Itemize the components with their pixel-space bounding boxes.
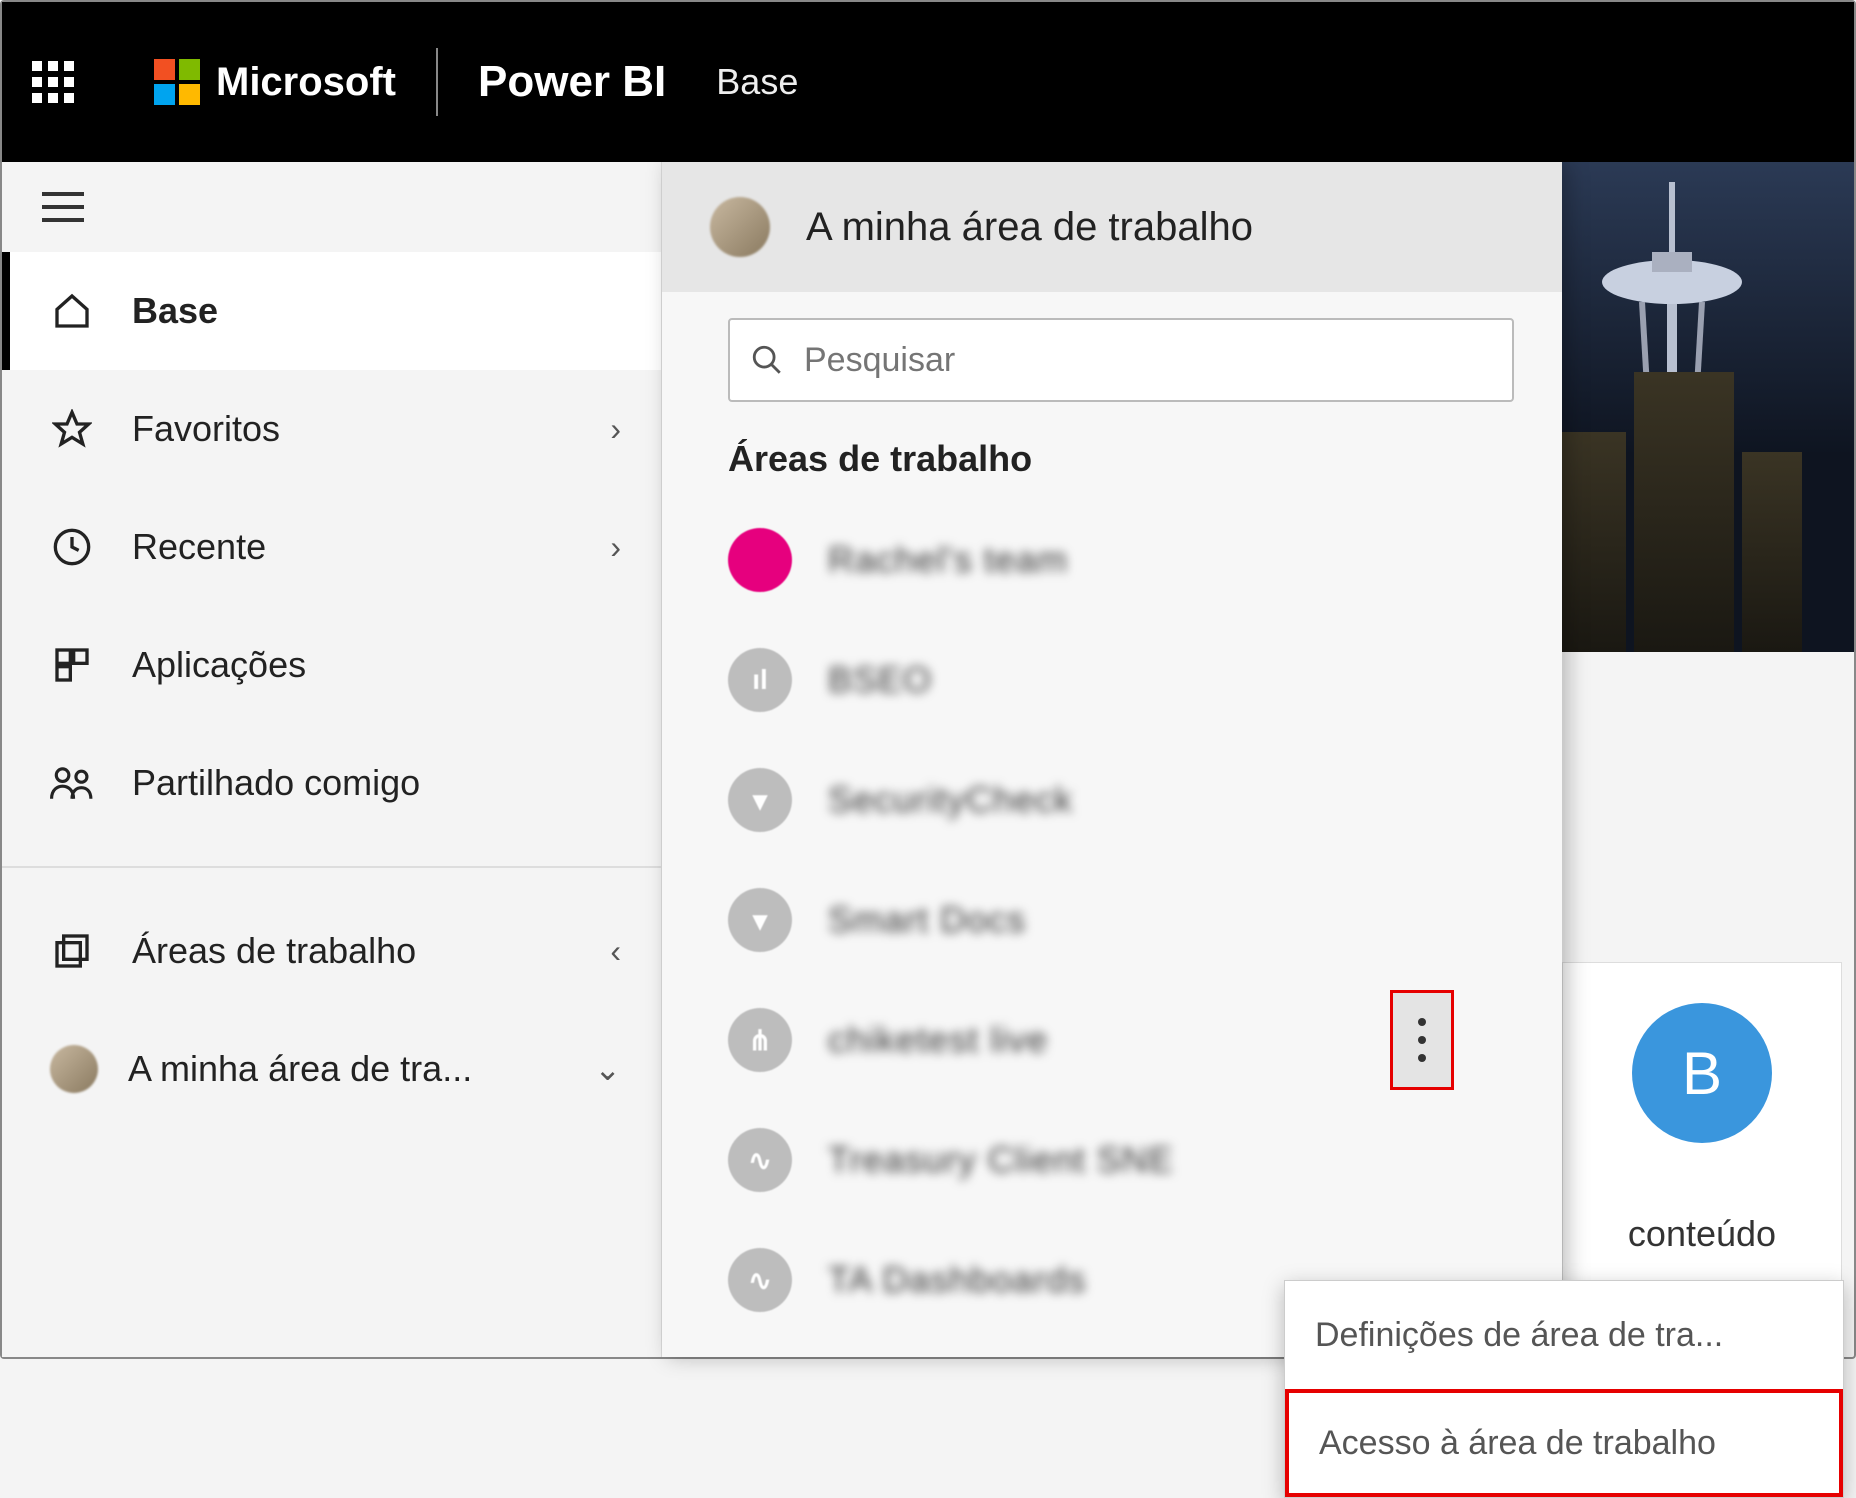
workspace-avatar-icon: ▾ xyxy=(728,768,792,832)
menu-item-workspace-access[interactable]: Acesso à área de trabalho xyxy=(1285,1389,1843,1497)
flyout-title: A minha área de trabalho xyxy=(806,205,1253,250)
nav-label: A minha área de tra... xyxy=(128,1048,594,1090)
workspace-item[interactable]: Rachel's team xyxy=(728,500,1514,620)
nav-item-my-workspace[interactable]: A minha área de tra... ⌄ xyxy=(2,1010,661,1128)
search-input-wrap[interactable] xyxy=(728,318,1514,402)
nav-item-shared[interactable]: Partilhado comigo xyxy=(2,724,661,842)
workspace-name: chiketest live xyxy=(828,1019,1048,1061)
nav-label: Partilhado comigo xyxy=(132,762,621,804)
microsoft-logo-icon xyxy=(154,59,200,105)
chevron-right-icon: › xyxy=(610,411,621,448)
chevron-right-icon: › xyxy=(610,529,621,566)
breadcrumb: Base xyxy=(716,61,798,103)
apps-icon xyxy=(50,643,94,687)
left-nav: Base Favoritos › Recente › Aplicações xyxy=(2,162,662,1357)
workspace-avatar-icon: ∿ xyxy=(728,1248,792,1312)
workspace-name: Smart Docs xyxy=(828,899,1026,941)
workspace-name: Rachel's team xyxy=(828,539,1068,581)
flyout-header[interactable]: A minha área de trabalho xyxy=(662,162,1562,292)
workspace-avatar-icon: ∿ xyxy=(728,1128,792,1192)
nav-item-recent[interactable]: Recente › xyxy=(2,488,661,606)
workspace-avatar-icon: ⋔ xyxy=(728,1008,792,1072)
nav-toggle-row xyxy=(2,162,661,252)
workspace-name: SecurityCheck xyxy=(828,779,1073,821)
star-icon xyxy=(50,407,94,451)
product-name[interactable]: Power BI xyxy=(478,57,666,107)
nav-item-workspaces[interactable]: Áreas de trabalho ‹ xyxy=(2,892,661,1010)
nav-label: Aplicações xyxy=(132,644,621,686)
home-icon xyxy=(50,289,94,333)
more-vertical-icon xyxy=(1418,1018,1426,1062)
nav-label: Favoritos xyxy=(132,408,610,450)
app-launcher-icon[interactable] xyxy=(32,61,74,103)
clock-icon xyxy=(50,525,94,569)
workspace-item[interactable]: ▾ Smart Docs xyxy=(728,860,1514,980)
nav-label: Base xyxy=(132,290,621,332)
workspace-item[interactable]: ⋔ chiketest live xyxy=(728,980,1514,1100)
content-card[interactable]: B conteúdo xyxy=(1562,962,1842,1322)
app-header: Microsoft Power BI Base xyxy=(2,2,1854,162)
nav-label: Áreas de trabalho xyxy=(132,930,610,972)
search-input[interactable] xyxy=(804,341,1492,380)
search-icon xyxy=(750,343,784,377)
workspace-name: Treasury Client SNE xyxy=(828,1139,1174,1181)
avatar-icon xyxy=(50,1045,98,1093)
card-label: conteúdo xyxy=(1628,1213,1776,1255)
chevron-left-icon: ‹ xyxy=(610,933,621,970)
nav-item-apps[interactable]: Aplicações xyxy=(2,606,661,724)
company-name: Microsoft xyxy=(216,60,396,105)
nav-label: Recente xyxy=(132,526,610,568)
nav-item-home[interactable]: Base xyxy=(2,252,661,370)
hamburger-icon[interactable] xyxy=(42,192,84,222)
nav-divider xyxy=(2,866,661,868)
workspace-item[interactable]: ∿ Treasury Client SNE xyxy=(728,1100,1514,1220)
header-divider xyxy=(436,48,438,116)
workspace-item[interactable]: ıl BSEO xyxy=(728,620,1514,740)
shared-icon xyxy=(50,761,94,805)
workspaces-section-label: Áreas de trabalho xyxy=(662,428,1562,500)
workspace-context-menu: Definições de área de tra... Acesso à ár… xyxy=(1284,1280,1844,1498)
workspace-item[interactable]: ▾ SecurityCheck xyxy=(728,740,1514,860)
workspaces-flyout: A minha área de trabalho Áreas de trabal… xyxy=(662,162,1562,1357)
avatar-icon xyxy=(710,197,770,257)
workspace-avatar-icon: ıl xyxy=(728,648,792,712)
menu-item-workspace-settings[interactable]: Definições de área de tra... xyxy=(1285,1281,1843,1389)
nav-item-favorites[interactable]: Favoritos › xyxy=(2,370,661,488)
workspace-avatar-icon xyxy=(728,528,792,592)
workspaces-icon xyxy=(50,929,94,973)
workspace-list: Rachel's team ıl BSEO ▾ SecurityCheck ▾ … xyxy=(662,500,1562,1340)
chevron-down-icon: ⌄ xyxy=(594,1050,621,1088)
workspace-avatar-icon: ▾ xyxy=(728,888,792,952)
workspace-more-button[interactable] xyxy=(1390,990,1454,1090)
card-avatar-icon: B xyxy=(1632,1003,1772,1143)
workspace-name: BSEO xyxy=(828,659,932,701)
workspace-name: TA Dashboards xyxy=(828,1259,1086,1301)
